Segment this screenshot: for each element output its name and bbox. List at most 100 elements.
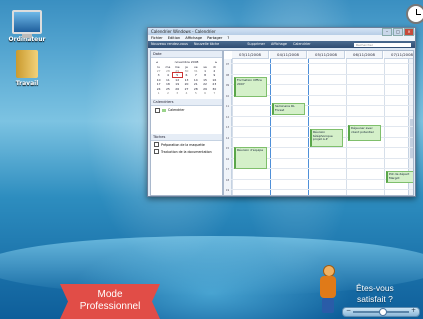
satisfaction-slider[interactable]: − + bbox=[342, 307, 420, 317]
mini-calendar-day[interactable]: 26 bbox=[173, 87, 182, 91]
minimize-button[interactable]: – bbox=[382, 28, 392, 36]
prompt-line-2: satisfait ? bbox=[356, 294, 393, 304]
mini-calendar-day[interactable]: 5 bbox=[171, 72, 183, 79]
hour-gridline bbox=[231, 73, 413, 75]
next-month-icon[interactable]: ▸ bbox=[215, 60, 217, 64]
mini-calendar-day[interactable]: 27 bbox=[182, 87, 191, 91]
mini-calendar-day[interactable]: 1 bbox=[154, 91, 163, 95]
mini-calendar-day[interactable]: 30 bbox=[182, 69, 191, 73]
hour-label: 17 bbox=[225, 168, 230, 171]
mini-calendar-day[interactable]: 13 bbox=[182, 78, 191, 82]
hour-gridline bbox=[231, 63, 413, 64]
calendar-event[interactable]: Pot de départ Margot bbox=[386, 171, 413, 183]
mini-calendar-day[interactable]: 1 bbox=[200, 69, 209, 73]
mini-calendar-day[interactable]: 8 bbox=[200, 73, 209, 77]
left-pane: Date ◂ novembre 2008 ▸ lu ma me je ve sa di 27… bbox=[150, 50, 223, 196]
mini-calendar-day[interactable]: 2 bbox=[163, 91, 172, 95]
new-task-button[interactable]: Nouvelle tâche bbox=[194, 41, 219, 48]
mini-calendar-day[interactable]: 16 bbox=[210, 78, 219, 82]
hour-gridline bbox=[231, 189, 413, 190]
mini-calendar-day[interactable]: 20 bbox=[182, 82, 191, 86]
calendar-event[interactable]: Séminaire RL Forest bbox=[272, 103, 305, 115]
calendar-event[interactable]: Réunion téléphonique projet A-P bbox=[310, 129, 343, 147]
day-divider bbox=[346, 59, 347, 195]
task-item[interactable]: Traduction de la documentation bbox=[151, 148, 222, 155]
hour-label: 18 bbox=[225, 178, 230, 182]
mini-calendar-day[interactable]: 21 bbox=[191, 82, 200, 86]
mini-calendar-day[interactable]: 29 bbox=[173, 69, 182, 73]
minus-icon[interactable]: − bbox=[346, 307, 351, 314]
prompt-line-1: Êtes-vous bbox=[356, 283, 394, 293]
mini-calendar-day[interactable]: 2 bbox=[210, 69, 219, 73]
close-button[interactable]: × bbox=[404, 28, 414, 36]
week-view: 03/11/2008 04/11/2008 05/11/2008 06/11/2008… bbox=[223, 50, 414, 196]
mini-calendar-day[interactable]: 6 bbox=[200, 91, 209, 95]
hour-label: 10 bbox=[225, 94, 230, 98]
calendar-list-item[interactable]: Calendrier bbox=[151, 106, 222, 115]
mini-calendar-day[interactable]: 7 bbox=[191, 73, 200, 77]
satisfaction-prompt: Êtes-vous satisfait ? bbox=[356, 283, 394, 305]
mini-calendar-day[interactable]: 4 bbox=[163, 73, 172, 77]
prev-month-icon[interactable]: ◂ bbox=[156, 60, 158, 64]
search-input[interactable]: Rechercher bbox=[354, 42, 411, 47]
tasks-section-header: Tâches bbox=[151, 134, 222, 141]
task-label: Préparation de la maquette bbox=[161, 142, 205, 147]
mini-calendar-day[interactable]: 3 bbox=[173, 91, 182, 95]
calendars-section-header: Calendriers bbox=[151, 98, 222, 106]
new-appointment-button[interactable]: Nouveau rendez-vous bbox=[151, 41, 188, 48]
mini-calendar-day[interactable]: 9 bbox=[210, 73, 219, 77]
mini-calendar-day[interactable]: 30 bbox=[210, 87, 219, 91]
task-checkbox[interactable] bbox=[154, 149, 159, 154]
mini-calendar-days: 27 28 29 30 31 1 2 3 4 5 6 7 8 9 10 11 12 13 14 15 16 17 18 19 2… bbox=[154, 69, 219, 95]
mini-calendar-day[interactable]: 12 bbox=[173, 78, 182, 82]
mini-calendar-day[interactable]: 17 bbox=[154, 82, 163, 86]
desktop-icon-travail[interactable]: Travail bbox=[2, 50, 52, 87]
mini-calendar-day[interactable]: 15 bbox=[200, 78, 209, 82]
date-section-header: Date bbox=[151, 51, 222, 58]
calendar-event[interactable]: Réunion d'équipe bbox=[234, 147, 267, 169]
calendar-window: Calendrier Windows - Calendrier – □ × Fi… bbox=[147, 27, 416, 197]
hour-label: 08 bbox=[225, 73, 230, 77]
mini-calendar-day[interactable]: 28 bbox=[163, 69, 172, 73]
desktop-icon-computer[interactable]: Ordinateur bbox=[2, 10, 52, 43]
maximize-button[interactable]: □ bbox=[393, 28, 403, 36]
mini-calendar-day[interactable]: 11 bbox=[163, 78, 172, 82]
task-checkbox[interactable] bbox=[154, 142, 159, 147]
task-item[interactable]: Préparation de la maquette bbox=[151, 141, 222, 148]
clock-gadget-icon[interactable] bbox=[406, 4, 423, 24]
day-header[interactable]: 06/11/2008 bbox=[346, 51, 383, 59]
mini-calendar-day[interactable]: 22 bbox=[200, 82, 209, 86]
mini-calendar-day[interactable]: 6 bbox=[182, 73, 191, 77]
menu-help[interactable]: ? bbox=[227, 35, 229, 41]
mini-calendar-day[interactable]: 5 bbox=[191, 91, 200, 95]
mini-calendar-day[interactable]: 23 bbox=[210, 82, 219, 86]
mini-calendar-day[interactable]: 28 bbox=[191, 87, 200, 91]
mini-calendar-day[interactable]: 10 bbox=[154, 78, 163, 82]
day-header[interactable]: 07/11/2008 bbox=[384, 51, 413, 59]
calendar-event[interactable]: Déjeuner avec client potentiel bbox=[348, 125, 381, 141]
mini-calendar-day[interactable]: 31 bbox=[191, 69, 200, 73]
mini-calendar-day[interactable]: 14 bbox=[191, 78, 200, 82]
mini-calendar-day[interactable]: 7 bbox=[210, 91, 219, 95]
hour-gridline bbox=[231, 115, 413, 117]
mini-calendar-day[interactable]: 18 bbox=[163, 82, 172, 86]
mini-calendar-day[interactable]: 4 bbox=[182, 91, 191, 95]
mini-calendar-day[interactable]: 25 bbox=[163, 87, 172, 91]
window-titlebar[interactable]: Calendrier Windows - Calendrier – □ × bbox=[148, 28, 415, 36]
day-header[interactable]: 05/11/2008 bbox=[308, 51, 345, 59]
day-header[interactable]: 03/11/2008 bbox=[232, 51, 269, 59]
calendar-checkbox[interactable] bbox=[155, 107, 160, 113]
mini-calendar-day[interactable]: 3 bbox=[154, 73, 163, 77]
day-header[interactable]: 04/11/2008 bbox=[270, 51, 307, 59]
view-button[interactable]: Affichage bbox=[271, 41, 287, 48]
mini-calendar-day[interactable]: 19 bbox=[173, 82, 182, 86]
plus-icon[interactable]: + bbox=[411, 307, 416, 314]
calendar-button[interactable]: Calendrier bbox=[293, 41, 311, 48]
mini-calendar-day[interactable]: 24 bbox=[154, 87, 163, 91]
slider-knob[interactable] bbox=[379, 308, 387, 316]
scrollbar-thumb[interactable] bbox=[409, 119, 413, 159]
mini-calendar-day[interactable]: 29 bbox=[200, 87, 209, 91]
calendar-event[interactable]: Formation Office 2007 bbox=[234, 77, 267, 97]
delete-button[interactable]: Supprimer bbox=[247, 41, 265, 48]
mini-calendar-day[interactable]: 27 bbox=[154, 69, 163, 73]
